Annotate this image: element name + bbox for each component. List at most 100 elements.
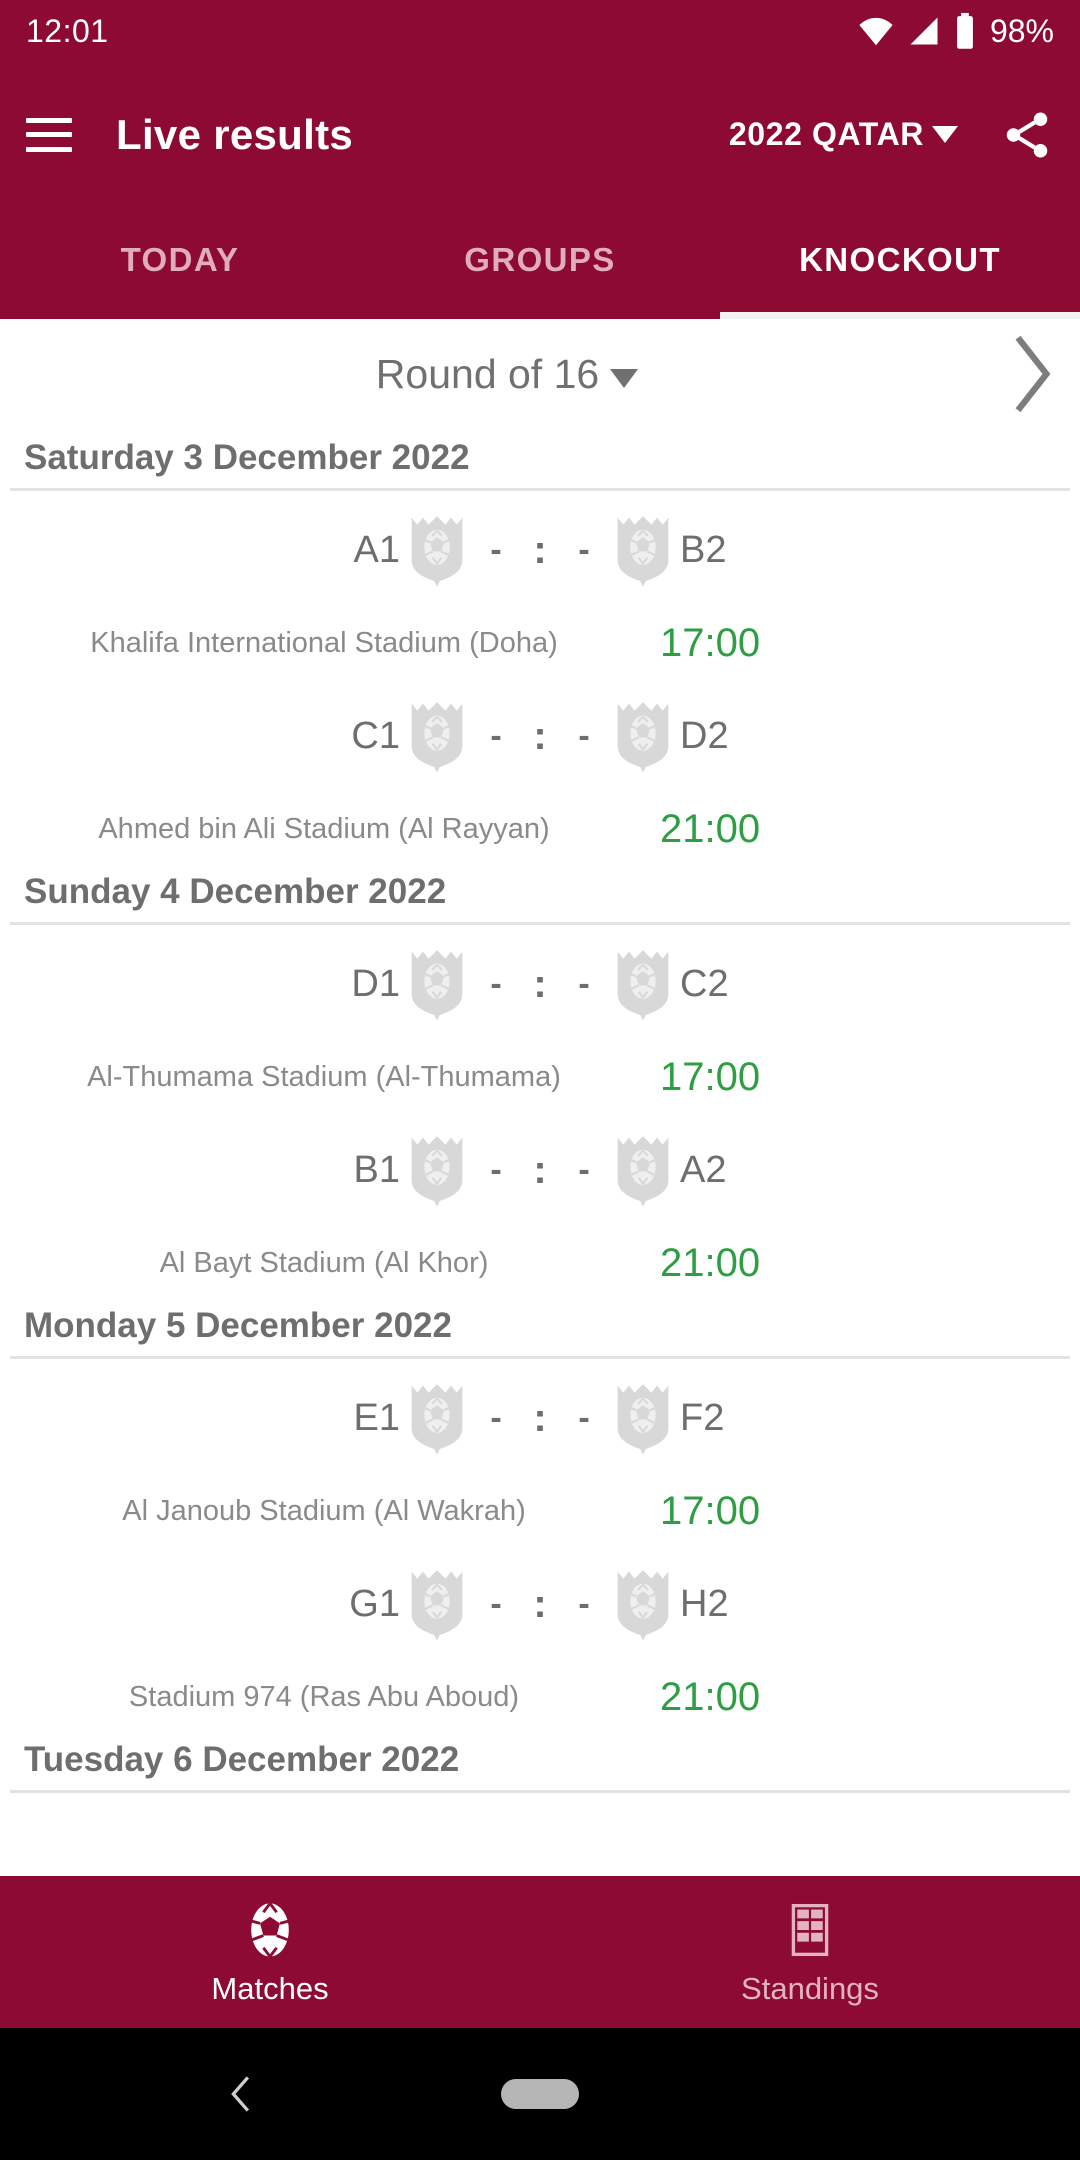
- tab-groups-label: GROUPS: [464, 241, 616, 278]
- back-chevron-icon[interactable]: [218, 2071, 264, 2117]
- match-venue-row: Khalifa International Stadium (Doha) 17:0…: [0, 609, 1080, 677]
- tab-knockout-label: KNOCKOUT: [799, 241, 1001, 278]
- score-separator: :: [533, 713, 547, 758]
- home-team-code: B1: [353, 1148, 400, 1191]
- kickoff-time: 21:00: [660, 806, 761, 851]
- nav-item-standings[interactable]: Standings: [540, 1899, 1080, 2007]
- away-team-crest-icon: [617, 516, 669, 587]
- match-item[interactable]: G1 -: - H2 Stadium 974 (Ras Abu Aboud) 21:00: [0, 1545, 1080, 1731]
- status-bar: 12:01 98%: [0, 0, 1080, 62]
- android-navigation-bar: [0, 2028, 1080, 2160]
- home-team-crest-icon: [411, 516, 463, 587]
- venue-name: Al-Thumama Stadium (Al-Thumama): [87, 1060, 561, 1093]
- home-pill-icon[interactable]: [501, 2079, 579, 2109]
- kickoff-time: 17:00: [660, 1054, 761, 1099]
- next-round-button[interactable]: [984, 333, 1080, 415]
- score-separator: :: [533, 527, 547, 572]
- home-team-crest-icon: [411, 1384, 463, 1455]
- tab-today-label: TODAY: [120, 241, 240, 278]
- home-team-crest-icon: [411, 1570, 463, 1641]
- status-bar-indicators: 98%: [857, 12, 1054, 50]
- home-score: -: [490, 1399, 502, 1437]
- away-score: -: [578, 965, 590, 1003]
- round-selector[interactable]: Round of 16: [0, 351, 984, 398]
- match-item[interactable]: C1 -: - D2 Ahmed bin Ali Stadium (Al Rayyan)…: [0, 677, 1080, 863]
- away-team-code: D2: [680, 714, 729, 757]
- soccer-ball-icon: [251, 1902, 289, 1958]
- match-row[interactable]: D1 -: - C2: [0, 925, 1080, 1043]
- away-score: -: [578, 531, 590, 569]
- season-selector[interactable]: 2022 QATAR: [729, 116, 958, 153]
- home-score: -: [490, 717, 502, 755]
- score-separator: :: [533, 961, 547, 1006]
- away-team-code: A2: [680, 1148, 727, 1191]
- away-team-crest-icon: [617, 950, 669, 1021]
- tab-today[interactable]: TODAY: [0, 207, 360, 319]
- away-score: -: [578, 717, 590, 755]
- venue-name: Al Bayt Stadium (Al Khor): [159, 1246, 489, 1279]
- venue-name: Al Janoub Stadium (Al Wakrah): [122, 1494, 526, 1527]
- chevron-down-icon: [932, 126, 958, 143]
- home-team-code: E1: [353, 1396, 400, 1439]
- battery-percentage: 98%: [989, 12, 1054, 49]
- kickoff-time: 21:00: [660, 1240, 761, 1285]
- match-venue-row: Al Bayt Stadium (Al Khor) 21:00: [0, 1229, 1080, 1297]
- home-team-crest-icon: [411, 1136, 463, 1207]
- signal-icon: [910, 17, 938, 45]
- away-team-crest-icon: [617, 1384, 669, 1455]
- away-team-code: F2: [680, 1396, 725, 1439]
- tab-knockout[interactable]: KNOCKOUT: [720, 207, 1080, 319]
- match-item[interactable]: A1 -: - B2 Khalifa International Stadium (Do…: [0, 491, 1080, 677]
- day-header: Tuesday 6 December 2022: [10, 1731, 1070, 1793]
- match-row[interactable]: C1 -: - D2: [0, 677, 1080, 795]
- app-bar: Live results 2022 QATAR: [0, 62, 1080, 207]
- score-separator: :: [533, 1147, 547, 1192]
- away-team-crest-icon: [617, 1570, 669, 1641]
- day-header: Monday 5 December 2022: [10, 1297, 1070, 1359]
- home-team-crest-icon: [411, 702, 463, 773]
- home-team-crest-icon: [411, 950, 463, 1021]
- home-team-code: A1: [353, 528, 400, 571]
- venue-name: Ahmed bin Ali Stadium (Al Rayyan): [98, 812, 550, 845]
- chevron-down-icon: [610, 368, 639, 388]
- score-separator: :: [533, 1581, 547, 1626]
- match-venue-row: Ahmed bin Ali Stadium (Al Rayyan) 21:00: [0, 795, 1080, 863]
- home-score: -: [490, 965, 502, 1003]
- home-score: -: [490, 1585, 502, 1623]
- match-row[interactable]: B1 -: - A2: [0, 1111, 1080, 1229]
- match-list[interactable]: Saturday 3 December 2022 A1-: - B2 Khalifa I…: [0, 429, 1080, 1876]
- share-icon[interactable]: [1000, 108, 1054, 162]
- match-item[interactable]: D1 -: - C2 Al-Thumama Stadium (Al-Thumama) 17…: [0, 925, 1080, 1111]
- away-team-code: C2: [680, 962, 729, 1005]
- kickoff-time: 21:00: [660, 1674, 761, 1719]
- venue-name: Khalifa International Stadium (Doha): [90, 626, 558, 659]
- kickoff-time: 17:00: [660, 620, 761, 665]
- home-team-code: D1: [351, 962, 400, 1005]
- away-team-crest-icon: [617, 702, 669, 773]
- season-selector-label: 2022 QATAR: [728, 116, 924, 152]
- nav-item-matches[interactable]: Matches: [0, 1899, 540, 2007]
- hamburger-menu-icon[interactable]: [26, 117, 72, 152]
- app-root: 12:01 98% Live results 2022 QATAR TODAY …: [0, 0, 1080, 2160]
- match-venue-row: Al Janoub Stadium (Al Wakrah) 17:00: [0, 1477, 1080, 1545]
- away-team-code: B2: [680, 528, 727, 571]
- venue-name: Stadium 974 (Ras Abu Aboud): [128, 1680, 520, 1713]
- kickoff-time: 17:00: [660, 1488, 761, 1533]
- table-grid-icon: [791, 1903, 829, 1957]
- tab-groups[interactable]: GROUPS: [360, 207, 720, 319]
- day-header: Sunday 4 December 2022: [10, 863, 1070, 925]
- round-selector-bar: Round of 16: [0, 319, 1080, 429]
- home-score: -: [490, 1151, 502, 1189]
- match-row[interactable]: G1 -: - H2: [0, 1545, 1080, 1663]
- match-venue-row: Stadium 974 (Ras Abu Aboud) 21:00: [0, 1663, 1080, 1731]
- chevron-right-icon: [1015, 335, 1051, 413]
- match-row[interactable]: E1 -: - F2: [0, 1359, 1080, 1477]
- match-item[interactable]: E1 -: - F2 Al Janoub Stadium (Al Wakrah) 17:0…: [0, 1359, 1080, 1545]
- match-item[interactable]: B1 -: - A2 Al Bayt Stadium (Al Khor) 21:00: [0, 1111, 1080, 1297]
- wifi-icon: [859, 17, 893, 46]
- day-header: Saturday 3 December 2022: [10, 429, 1070, 491]
- round-selector-label: Round of 16: [375, 350, 600, 397]
- match-row[interactable]: A1 -: - B2: [0, 491, 1080, 609]
- nav-item-standings-label: Standings: [741, 1971, 879, 2006]
- score-separator: :: [533, 1395, 547, 1440]
